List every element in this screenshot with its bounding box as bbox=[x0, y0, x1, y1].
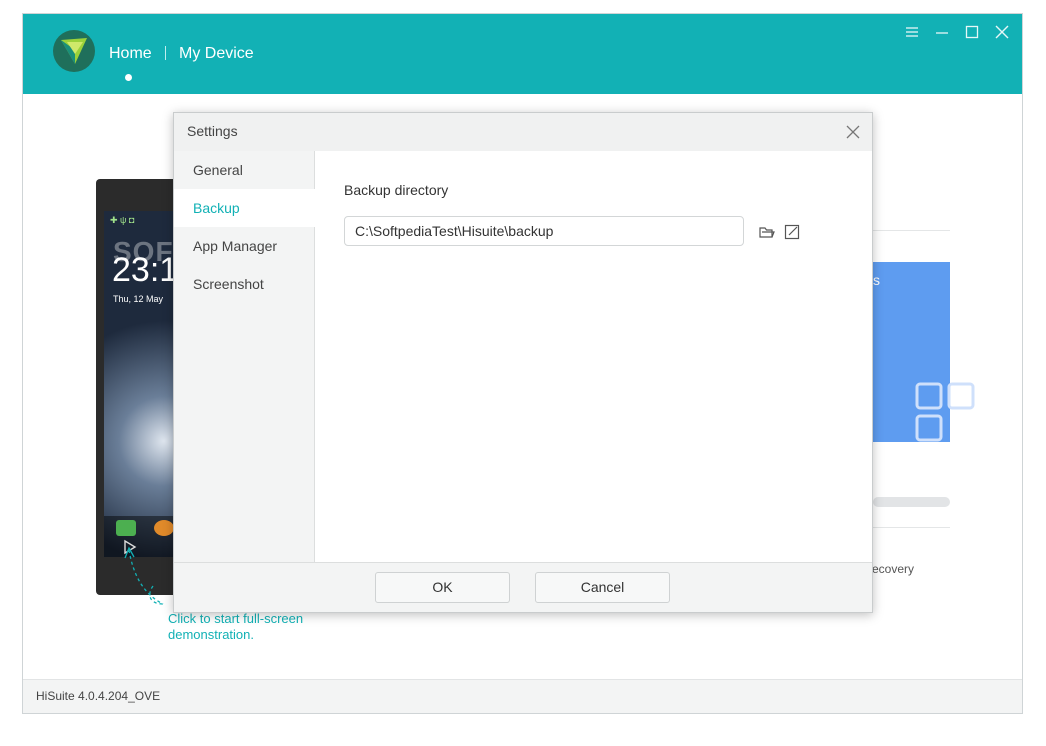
settings-sidebar: General Backup App Manager Screenshot bbox=[174, 151, 315, 563]
ok-button[interactable]: OK bbox=[375, 572, 510, 603]
dialog-close-icon[interactable] bbox=[844, 123, 862, 141]
sidebar-item-general[interactable]: General bbox=[174, 151, 314, 189]
sidebar-item-backup[interactable]: Backup bbox=[174, 189, 315, 227]
divider bbox=[873, 230, 950, 231]
phone-app-icon bbox=[154, 520, 174, 536]
nav-active-indicator bbox=[125, 74, 132, 81]
nav-divider bbox=[165, 46, 166, 60]
hint-line-2: demonstration. bbox=[168, 627, 254, 642]
folder-open-icon[interactable] bbox=[758, 223, 776, 241]
backup-settings-panel: Backup directory bbox=[315, 151, 872, 563]
nav-my-device[interactable]: My Device bbox=[179, 45, 254, 63]
grid-icon bbox=[915, 382, 975, 442]
nav-home[interactable]: Home bbox=[109, 45, 152, 63]
cancel-button[interactable]: Cancel bbox=[535, 572, 670, 603]
storage-progress-bar bbox=[873, 497, 950, 507]
backup-directory-input[interactable] bbox=[344, 216, 744, 246]
divider bbox=[873, 527, 950, 528]
feature-tile[interactable]: s bbox=[873, 262, 975, 442]
edit-icon[interactable] bbox=[783, 223, 801, 241]
menu-icon[interactable] bbox=[904, 24, 920, 40]
settings-dialog: Settings General Backup App Manager Scre… bbox=[173, 112, 873, 613]
backup-directory-label: Backup directory bbox=[344, 182, 449, 198]
dialog-footer: OK Cancel bbox=[174, 562, 872, 612]
fullscreen-hint[interactable]: Click to start full-screen demonstration… bbox=[168, 611, 303, 643]
dialog-header: Settings bbox=[174, 113, 872, 152]
version-label: HiSuite 4.0.4.204_OVE bbox=[36, 689, 161, 703]
sidebar-item-app-manager[interactable]: App Manager bbox=[174, 227, 314, 265]
dialog-title: Settings bbox=[187, 123, 238, 139]
maximize-icon[interactable] bbox=[964, 24, 980, 40]
title-bar: Home My Device bbox=[23, 14, 1022, 94]
recovery-label[interactable]: ecovery bbox=[872, 562, 914, 576]
phone-status-icons: ✚ ψ ◘ bbox=[110, 215, 135, 225]
phone-date: Thu, 12 May bbox=[113, 294, 164, 304]
hint-line-1: Click to start full-screen bbox=[168, 611, 304, 626]
hisuite-logo-icon bbox=[53, 30, 95, 72]
sidebar-item-screenshot[interactable]: Screenshot bbox=[174, 265, 314, 303]
close-icon[interactable] bbox=[994, 24, 1010, 40]
minimize-icon[interactable] bbox=[934, 24, 950, 40]
phone-app-icon bbox=[116, 520, 136, 536]
feature-tile-text: s bbox=[873, 272, 880, 288]
status-bar: HiSuite 4.0.4.204_OVE bbox=[23, 679, 1022, 713]
